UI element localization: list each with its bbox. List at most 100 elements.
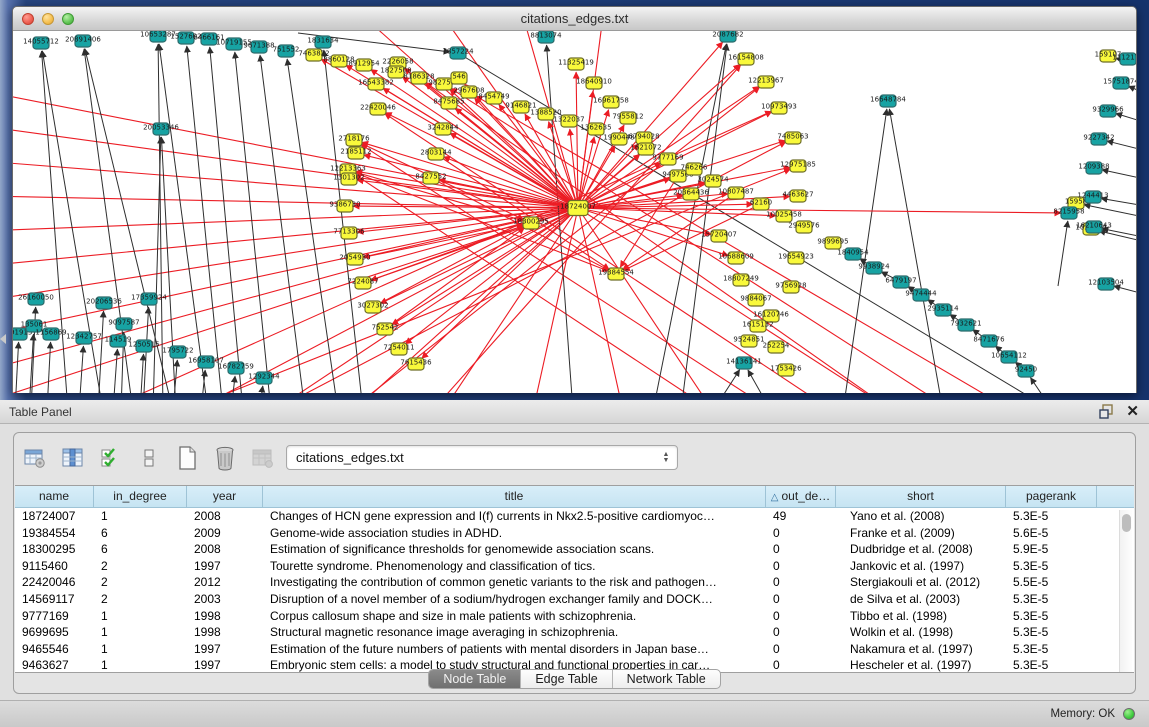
black-edge[interactable]: [1102, 229, 1136, 241]
table-cell[interactable]: 2012: [187, 574, 263, 591]
graph-node-6479197[interactable]: 6479197: [885, 276, 916, 288]
row-height-icon[interactable]: [136, 445, 162, 471]
table-cell[interactable]: Investigating the contribution of common…: [263, 574, 766, 591]
graph-node-1292344[interactable]: 1292344: [248, 372, 280, 384]
table-cell[interactable]: Changes of HCN gene expression and I(f) …: [263, 508, 766, 525]
table-cell[interactable]: 0: [766, 641, 836, 658]
table-cell[interactable]: Wolkin et al. (1998): [836, 624, 1006, 641]
table-row[interactable]: 911546021997Tourette syndrome. Phenomeno…: [15, 558, 1134, 575]
table-cell[interactable]: 0: [766, 541, 836, 558]
graph-node-751552[interactable]: 751552: [273, 45, 300, 57]
graph-node-18724007[interactable]: 18724007: [560, 201, 596, 216]
table-cell[interactable]: 0: [766, 624, 836, 641]
table-cell[interactable]: 6: [94, 525, 187, 542]
graph-node-7615436[interactable]: 7615436: [400, 358, 432, 370]
tab-edge-table[interactable]: Edge Table: [521, 670, 612, 688]
graph-node-8813074[interactable]: 8813074: [530, 31, 562, 43]
table-cell[interactable]: 1: [94, 508, 187, 525]
graph-node-62160[interactable]: 62160: [750, 198, 772, 210]
table-cell[interactable]: Structural magnetic resonance image aver…: [263, 624, 766, 641]
graph-node-114519[interactable]: 114519: [105, 335, 132, 347]
black-edge[interactable]: [140, 354, 144, 393]
table-cell[interactable]: Dudbridge et al. (2008): [836, 541, 1006, 558]
graph-node-7955812[interactable]: 7955812: [612, 112, 643, 124]
table-cell[interactable]: 2008: [187, 541, 263, 558]
graph-node-3242844[interactable]: 3242844: [427, 123, 459, 135]
black-edge[interactable]: [159, 44, 208, 393]
red-edge[interactable]: [476, 96, 1013, 393]
table-row[interactable]: 2242004622012Investigating the contribut…: [15, 574, 1134, 591]
black-edge[interactable]: [15, 342, 19, 393]
red-edge[interactable]: [385, 113, 578, 208]
black-edge[interactable]: [42, 51, 68, 393]
table-cell[interactable]: Corpus callosum shape and size in male p…: [263, 608, 766, 625]
table-cell[interactable]: 2: [94, 574, 187, 591]
table-cell[interactable]: Jankovic et al. (1997): [836, 558, 1006, 575]
collapse-west-panel-arrow[interactable]: [0, 334, 6, 344]
graph-node-4463627[interactable]: 4463627: [782, 190, 813, 202]
table-cell[interactable]: 9699695: [15, 624, 94, 641]
table-cell[interactable]: 9777169: [15, 608, 94, 625]
graph-node-10688609[interactable]: 10688609: [718, 252, 754, 264]
memory-ok-indicator-icon[interactable]: [1123, 708, 1135, 720]
graph-node-9329966[interactable]: 9329966: [1092, 105, 1124, 117]
black-edge[interactable]: [98, 311, 104, 393]
graph-node-2935114[interactable]: 2935114: [927, 304, 959, 316]
scrollbar-thumb[interactable]: [1122, 514, 1131, 532]
table-cell[interactable]: 18724007: [15, 508, 94, 525]
black-edge[interactable]: [42, 51, 103, 393]
graph-node-7857224[interactable]: 7857224: [442, 47, 474, 59]
black-edge[interactable]: [210, 47, 243, 393]
black-edge[interactable]: [1099, 231, 1136, 246]
black-edge[interactable]: [47, 342, 51, 393]
graph-node-546[interactable]: 546: [451, 72, 467, 84]
graph-node-1831634[interactable]: 1831634: [307, 36, 339, 48]
table-cell[interactable]: de Silva et al. (2003): [836, 591, 1006, 608]
graph-node-16961758[interactable]: 16961758: [593, 96, 629, 108]
network-view-window[interactable]: citations_edges.txt 18724007746382288601…: [12, 6, 1137, 393]
table-row[interactable]: 1830029562008Estimation of significance …: [15, 541, 1134, 558]
graph-node-14136141[interactable]: 14136141: [726, 357, 762, 369]
black-edge[interactable]: [1128, 86, 1136, 101]
graph-node-26160050[interactable]: 26160050: [18, 293, 54, 305]
table-row[interactable]: 977716911998Corpus callosum shape and si…: [15, 608, 1134, 625]
black-edge[interactable]: [1058, 221, 1068, 286]
vertical-scrollbar[interactable]: [1119, 510, 1132, 672]
graph-node-9386730[interactable]: 9386730: [329, 200, 360, 212]
black-edge[interactable]: [1101, 198, 1136, 209]
table-cell[interactable]: Stergiakouli et al. (2012): [836, 574, 1006, 591]
table-panel-titlebar[interactable]: Table Panel ✕: [0, 400, 1149, 424]
network-canvas[interactable]: 1872400774638228860128891295422260581827…: [13, 31, 1136, 393]
graph-node-6794028[interactable]: 6794028: [628, 132, 659, 144]
table-cell[interactable]: 9115460: [15, 558, 94, 575]
table-row[interactable]: 946554611997Estimation of the future num…: [15, 641, 1134, 658]
graph-node-19654923[interactable]: 19654923: [778, 252, 814, 264]
table-cell[interactable]: 5.3E-5: [1006, 508, 1097, 525]
table-cell[interactable]: 0: [766, 525, 836, 542]
table-cell[interactable]: 1998: [187, 624, 263, 641]
graph-node-12213967[interactable]: 12213967: [748, 76, 784, 88]
graph-node-16154808[interactable]: 16154808: [728, 53, 764, 65]
graph-node-9227342[interactable]: 9227342: [1083, 133, 1114, 145]
delete-icon[interactable]: [212, 445, 238, 471]
table-cell[interactable]: 1997: [187, 558, 263, 575]
graph-node-9671388[interactable]: 9671388: [243, 41, 274, 53]
table-row[interactable]: 1872400712008Changes of HCN gene express…: [15, 508, 1134, 525]
show-columns-icon[interactable]: [60, 445, 86, 471]
graph-node-2949576[interactable]: 2949576: [788, 221, 820, 233]
float-window-icon[interactable]: [1099, 404, 1114, 419]
graph-node-10025458[interactable]: 10025458: [766, 210, 802, 222]
black-edge[interactable]: [1084, 205, 1136, 221]
table-cell[interactable]: 22420046: [15, 574, 94, 591]
black-edge[interactable]: [113, 349, 117, 393]
network-window-titlebar[interactable]: citations_edges.txt: [13, 7, 1136, 31]
graph-node-252254[interactable]: 252254: [763, 341, 790, 353]
graph-node-22420046[interactable]: 22420046: [360, 103, 396, 115]
table-cell[interactable]: 1: [94, 641, 187, 658]
column-header-in_degree[interactable]: in_degree: [94, 486, 187, 507]
close-panel-icon[interactable]: ✕: [1126, 404, 1139, 419]
column-header-name[interactable]: name: [15, 486, 94, 507]
graph-node-9884067[interactable]: 9884067: [740, 294, 771, 306]
graph-node-2185112[interactable]: 2185112: [340, 147, 371, 159]
red-edge[interactable]: [578, 208, 623, 393]
